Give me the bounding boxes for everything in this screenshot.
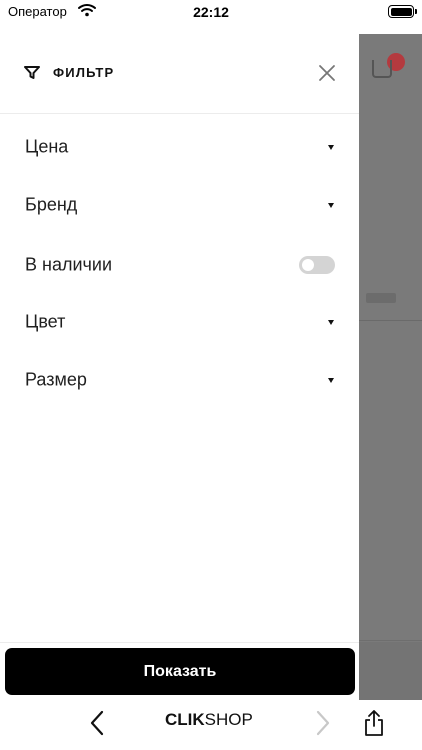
caret-down-icon <box>328 378 334 383</box>
filter-item-price[interactable]: Цена <box>0 118 359 176</box>
status-time: 22:12 <box>193 4 229 20</box>
filter-item-label: Бренд <box>25 194 78 215</box>
sort-placeholder <box>366 293 396 303</box>
filter-icon <box>24 66 40 79</box>
caret-down-icon <box>328 203 334 208</box>
in-stock-toggle[interactable] <box>299 256 335 274</box>
divider <box>359 640 422 641</box>
background-strip <box>359 642 422 700</box>
filter-title: ФИЛЬТР <box>53 65 115 80</box>
cart-icon <box>372 60 392 78</box>
filter-item-label: В наличии <box>25 254 113 275</box>
divider <box>359 320 422 321</box>
filter-item-brand[interactable]: Бренд <box>0 176 359 234</box>
show-results-button[interactable]: Показать <box>5 648 355 695</box>
caret-down-icon <box>328 145 334 150</box>
browser-bottom-bar: CLIKSHOP <box>0 700 422 750</box>
filter-item-size[interactable]: Размер <box>0 351 359 409</box>
chevron-left-icon[interactable] <box>84 708 110 738</box>
filter-item-label: Цвет <box>25 311 66 332</box>
filter-header: ФИЛЬТР <box>0 34 359 114</box>
caret-down-icon <box>328 320 334 325</box>
divider <box>0 642 359 643</box>
brand-logo: CLIKSHOP <box>165 710 253 730</box>
chevron-right-icon[interactable] <box>310 708 336 738</box>
status-bar: Оператор 22:12 <box>0 0 422 24</box>
filter-drawer: ФИЛЬТР Цена Бренд В наличии Цвет Размер <box>0 34 359 700</box>
filter-item-in-stock: В наличии <box>0 236 359 294</box>
filter-item-label: Цена <box>25 136 69 157</box>
brand-regular-text: SHOP <box>204 710 253 729</box>
close-icon[interactable] <box>314 60 340 86</box>
filter-item-color[interactable]: Цвет <box>0 293 359 351</box>
brand-bold-text: CLIK <box>165 710 205 729</box>
share-icon[interactable] <box>362 709 386 737</box>
filter-item-label: Размер <box>25 369 87 390</box>
battery-icon <box>388 5 417 18</box>
toggle-knob <box>302 259 314 271</box>
